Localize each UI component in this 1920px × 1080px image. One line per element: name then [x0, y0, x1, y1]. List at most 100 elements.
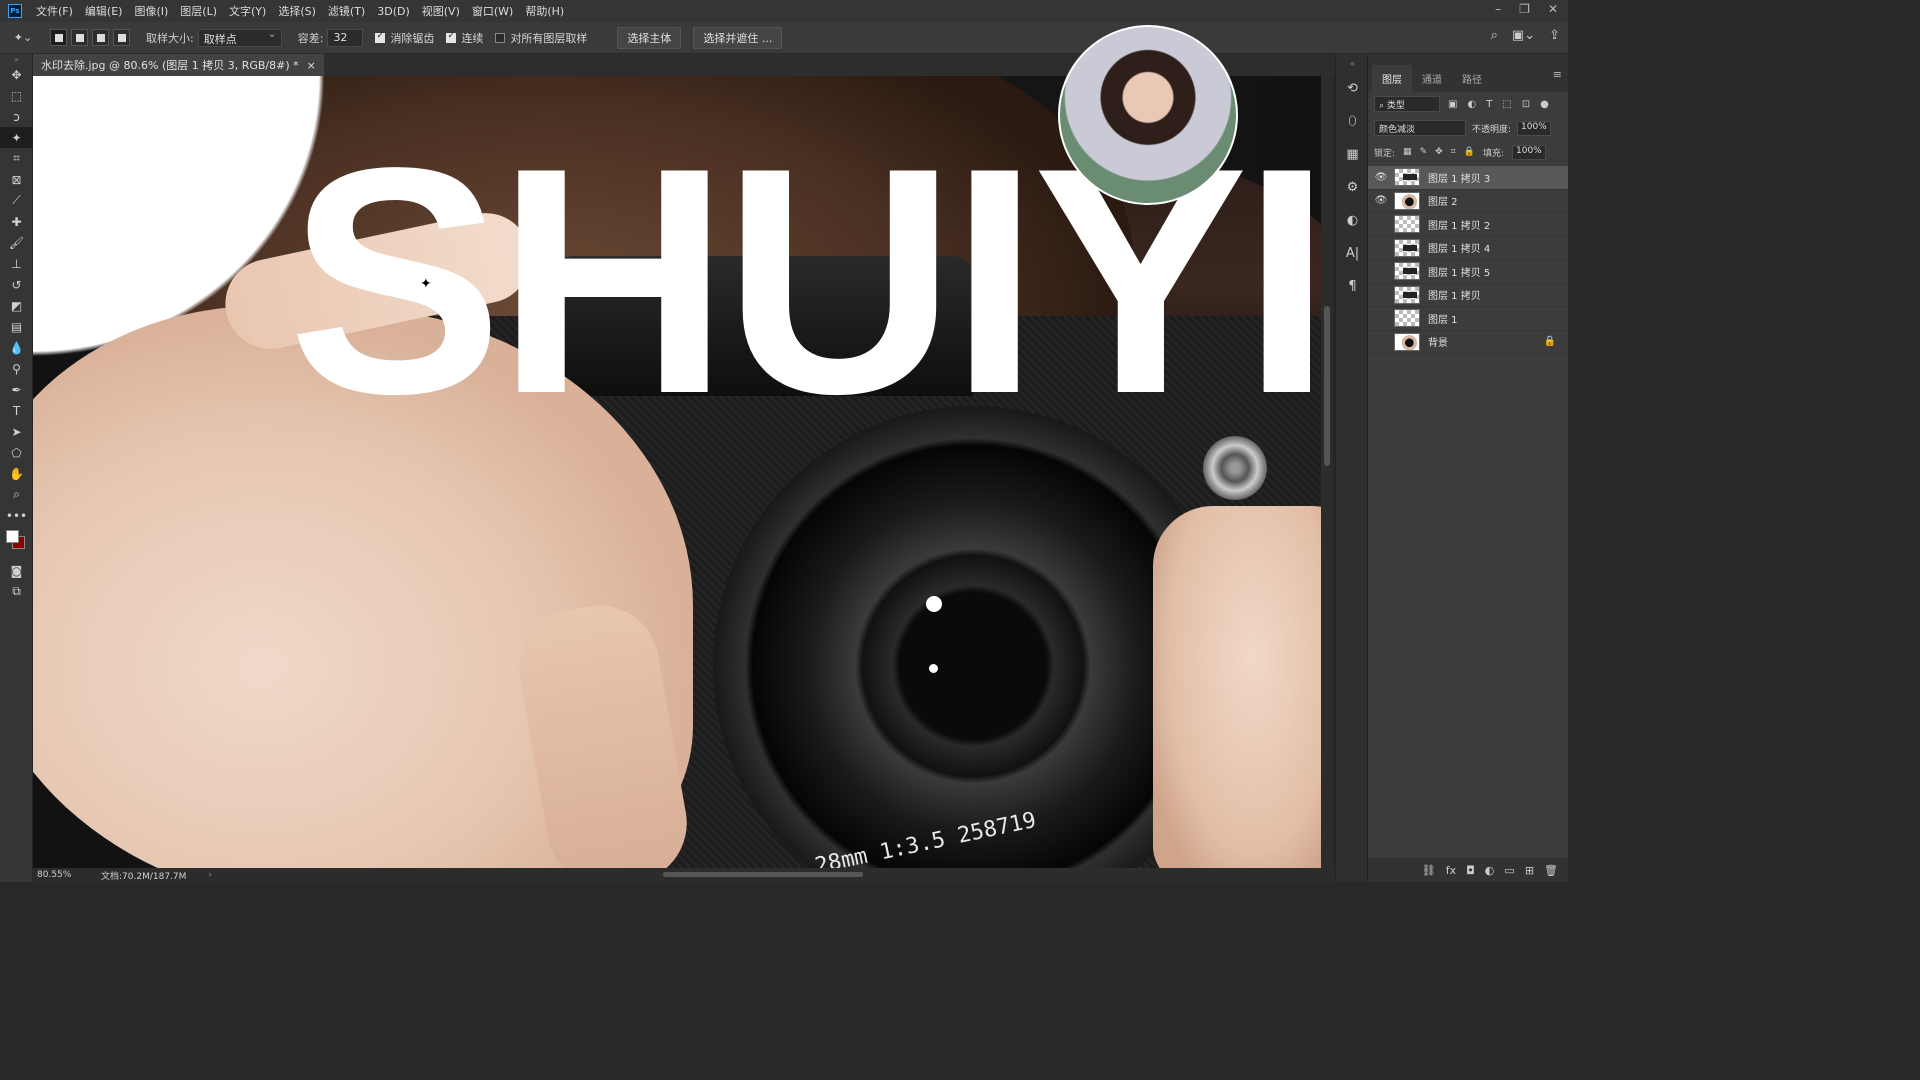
- zoom-level[interactable]: 80.55%: [33, 870, 89, 880]
- lock-image-icon[interactable]: ✎: [1420, 147, 1428, 157]
- menu-view[interactable]: 视图(V): [416, 3, 466, 19]
- lasso-tool-icon[interactable]: ↄ: [0, 106, 33, 127]
- type-tool-icon[interactable]: T: [0, 400, 33, 421]
- new-layer-icon[interactable]: ⊞: [1525, 864, 1534, 877]
- color-swatches[interactable]: [0, 526, 33, 560]
- search-icon[interactable]: ⌕: [1491, 28, 1498, 43]
- layer-row[interactable]: 图层 1: [1368, 307, 1568, 331]
- healing-brush-tool-icon[interactable]: ✚: [0, 211, 33, 232]
- layer-row[interactable]: 背景 🔒: [1368, 331, 1568, 354]
- lock-artboard-icon[interactable]: ⌗: [1451, 147, 1456, 157]
- menu-edit[interactable]: 编辑(E): [79, 3, 129, 19]
- path-selection-tool-icon[interactable]: ➤: [0, 421, 33, 442]
- vertical-scrollbar-thumb[interactable]: [1324, 306, 1330, 466]
- new-adjustment-layer-icon[interactable]: ◐: [1485, 864, 1495, 877]
- paragraph-panel-icon[interactable]: ¶: [1336, 270, 1369, 303]
- layer-style-icon[interactable]: fx: [1446, 864, 1456, 877]
- layer-filter-select[interactable]: ⌕ 类型: [1374, 96, 1440, 112]
- tab-layers[interactable]: 图层: [1372, 65, 1412, 92]
- crop-tool-icon[interactable]: ⌗: [0, 148, 33, 169]
- tab-paths[interactable]: 路径: [1452, 65, 1492, 92]
- add-mask-icon[interactable]: ◘: [1466, 864, 1475, 877]
- menu-file[interactable]: 文件(F): [30, 3, 79, 19]
- menu-layer[interactable]: 图层(L): [174, 3, 223, 19]
- zoom-tool-icon[interactable]: ⌕: [0, 484, 33, 505]
- new-group-icon[interactable]: ▭: [1504, 864, 1514, 877]
- close-tab-icon[interactable]: ×: [307, 59, 316, 72]
- document-tab[interactable]: 水印去除.jpg @ 80.6% (图层 1 拷贝 3, RGB/8#) * ×: [33, 54, 324, 76]
- status-arrow-icon[interactable]: ›: [208, 870, 212, 880]
- minimize-icon[interactable]: –: [1495, 2, 1501, 16]
- select-subject-button[interactable]: 选择主体: [617, 26, 682, 49]
- collapse-icon[interactable]: »: [0, 54, 33, 64]
- workspace-icon[interactable]: ▣⌄: [1512, 28, 1535, 43]
- fill-input[interactable]: 100%: [1512, 144, 1546, 160]
- blur-tool-icon[interactable]: 💧: [0, 337, 33, 358]
- layer-row[interactable]: 图层 1 拷贝: [1368, 284, 1568, 307]
- close-icon[interactable]: ✕: [1548, 2, 1558, 16]
- sample-all-layers-checkbox-box[interactable]: [495, 32, 506, 43]
- menu-select[interactable]: 选择(S): [272, 3, 322, 19]
- screen-mode-icon[interactable]: ⧉: [0, 581, 33, 602]
- layer-row[interactable]: 👁 图层 2: [1368, 190, 1568, 213]
- link-layers-icon[interactable]: ⛓: [1422, 864, 1436, 877]
- contiguous-checkbox[interactable]: 连续: [446, 30, 483, 46]
- add-selection-button[interactable]: [71, 29, 88, 46]
- quick-mask-icon[interactable]: ◙: [0, 560, 33, 581]
- subtract-selection-button[interactable]: [92, 29, 109, 46]
- layer-row[interactable]: 图层 1 拷贝 2: [1368, 213, 1568, 237]
- lock-position-icon[interactable]: ✥: [1435, 147, 1443, 157]
- panel-collapse-icon[interactable]: «: [1336, 54, 1369, 72]
- 3d-panel-icon[interactable]: ⬯: [1336, 105, 1369, 138]
- menu-window[interactable]: 窗口(W): [466, 3, 519, 19]
- history-brush-tool-icon[interactable]: ↺: [0, 274, 33, 295]
- opacity-input[interactable]: 100%: [1517, 120, 1552, 136]
- menu-filter[interactable]: 滤镜(T): [322, 3, 371, 19]
- eraser-tool-icon[interactable]: ◩: [0, 295, 33, 316]
- menu-help[interactable]: 帮助(H): [519, 3, 570, 19]
- filter-adjustment-icon[interactable]: ◐: [1467, 99, 1476, 110]
- properties-panel-icon[interactable]: ⚙: [1336, 171, 1369, 204]
- hand-tool-icon[interactable]: ✋: [0, 463, 33, 484]
- tolerance-input[interactable]: 32: [327, 28, 364, 47]
- magic-wand-tool-preset-icon[interactable]: ✦⌄: [8, 26, 38, 50]
- filter-shape-icon[interactable]: ⬚: [1502, 99, 1511, 110]
- magic-wand-tool-icon[interactable]: ✦: [0, 127, 33, 148]
- clone-stamp-tool-icon[interactable]: ⊥: [0, 253, 33, 274]
- dodge-tool-icon[interactable]: ⚲: [0, 358, 33, 379]
- adjustments-panel-icon[interactable]: ◐: [1336, 204, 1369, 237]
- filter-pixel-icon[interactable]: ▣: [1448, 99, 1457, 110]
- sample-size-select[interactable]: 取样点: [197, 27, 282, 47]
- foreground-color-swatch[interactable]: [6, 530, 19, 543]
- swatches-panel-icon[interactable]: ▦: [1336, 138, 1369, 171]
- frame-tool-icon[interactable]: ⊠: [0, 169, 33, 190]
- shape-tool-icon[interactable]: ⬠: [0, 442, 33, 463]
- contiguous-checkbox-box[interactable]: [446, 31, 457, 43]
- layer-row[interactable]: 👁 图层 1 拷贝 3: [1368, 166, 1568, 190]
- horizontal-scrollbar-thumb[interactable]: [663, 872, 863, 877]
- eyedropper-tool-icon[interactable]: ⟋: [0, 190, 33, 211]
- tab-channels[interactable]: 通道: [1412, 65, 1452, 92]
- marquee-tool-icon[interactable]: ⬚: [0, 85, 33, 106]
- filter-type-icon[interactable]: T: [1486, 99, 1492, 110]
- layer-row[interactable]: 图层 1 拷贝 5: [1368, 260, 1568, 284]
- menu-image[interactable]: 图像(I): [128, 3, 174, 19]
- panel-menu-icon[interactable]: ≡: [1553, 68, 1562, 81]
- antialias-checkbox[interactable]: 消除锯齿: [375, 30, 434, 46]
- history-panel-icon[interactable]: ⟲: [1336, 72, 1369, 105]
- intersect-selection-button[interactable]: [113, 29, 130, 46]
- menu-type[interactable]: 文字(Y): [223, 3, 272, 19]
- move-tool-icon[interactable]: ✥: [0, 64, 33, 85]
- blend-mode-select[interactable]: 颜色减淡: [1374, 120, 1466, 136]
- pen-tool-icon[interactable]: ✒: [0, 379, 33, 400]
- sample-all-layers-checkbox[interactable]: 对所有图层取样: [495, 30, 587, 46]
- new-selection-button[interactable]: [50, 29, 67, 46]
- filter-toggle-icon[interactable]: ●: [1540, 99, 1549, 110]
- delete-layer-icon[interactable]: 🗑: [1544, 864, 1558, 877]
- gradient-tool-icon[interactable]: ▤: [0, 316, 33, 337]
- vertical-scrollbar[interactable]: [1321, 76, 1333, 868]
- filter-smart-object-icon[interactable]: ⊡: [1522, 99, 1530, 110]
- menu-3d[interactable]: 3D(D): [371, 5, 416, 18]
- layer-row[interactable]: 图层 1 拷贝 4: [1368, 237, 1568, 260]
- lock-all-icon[interactable]: 🔒: [1464, 147, 1475, 157]
